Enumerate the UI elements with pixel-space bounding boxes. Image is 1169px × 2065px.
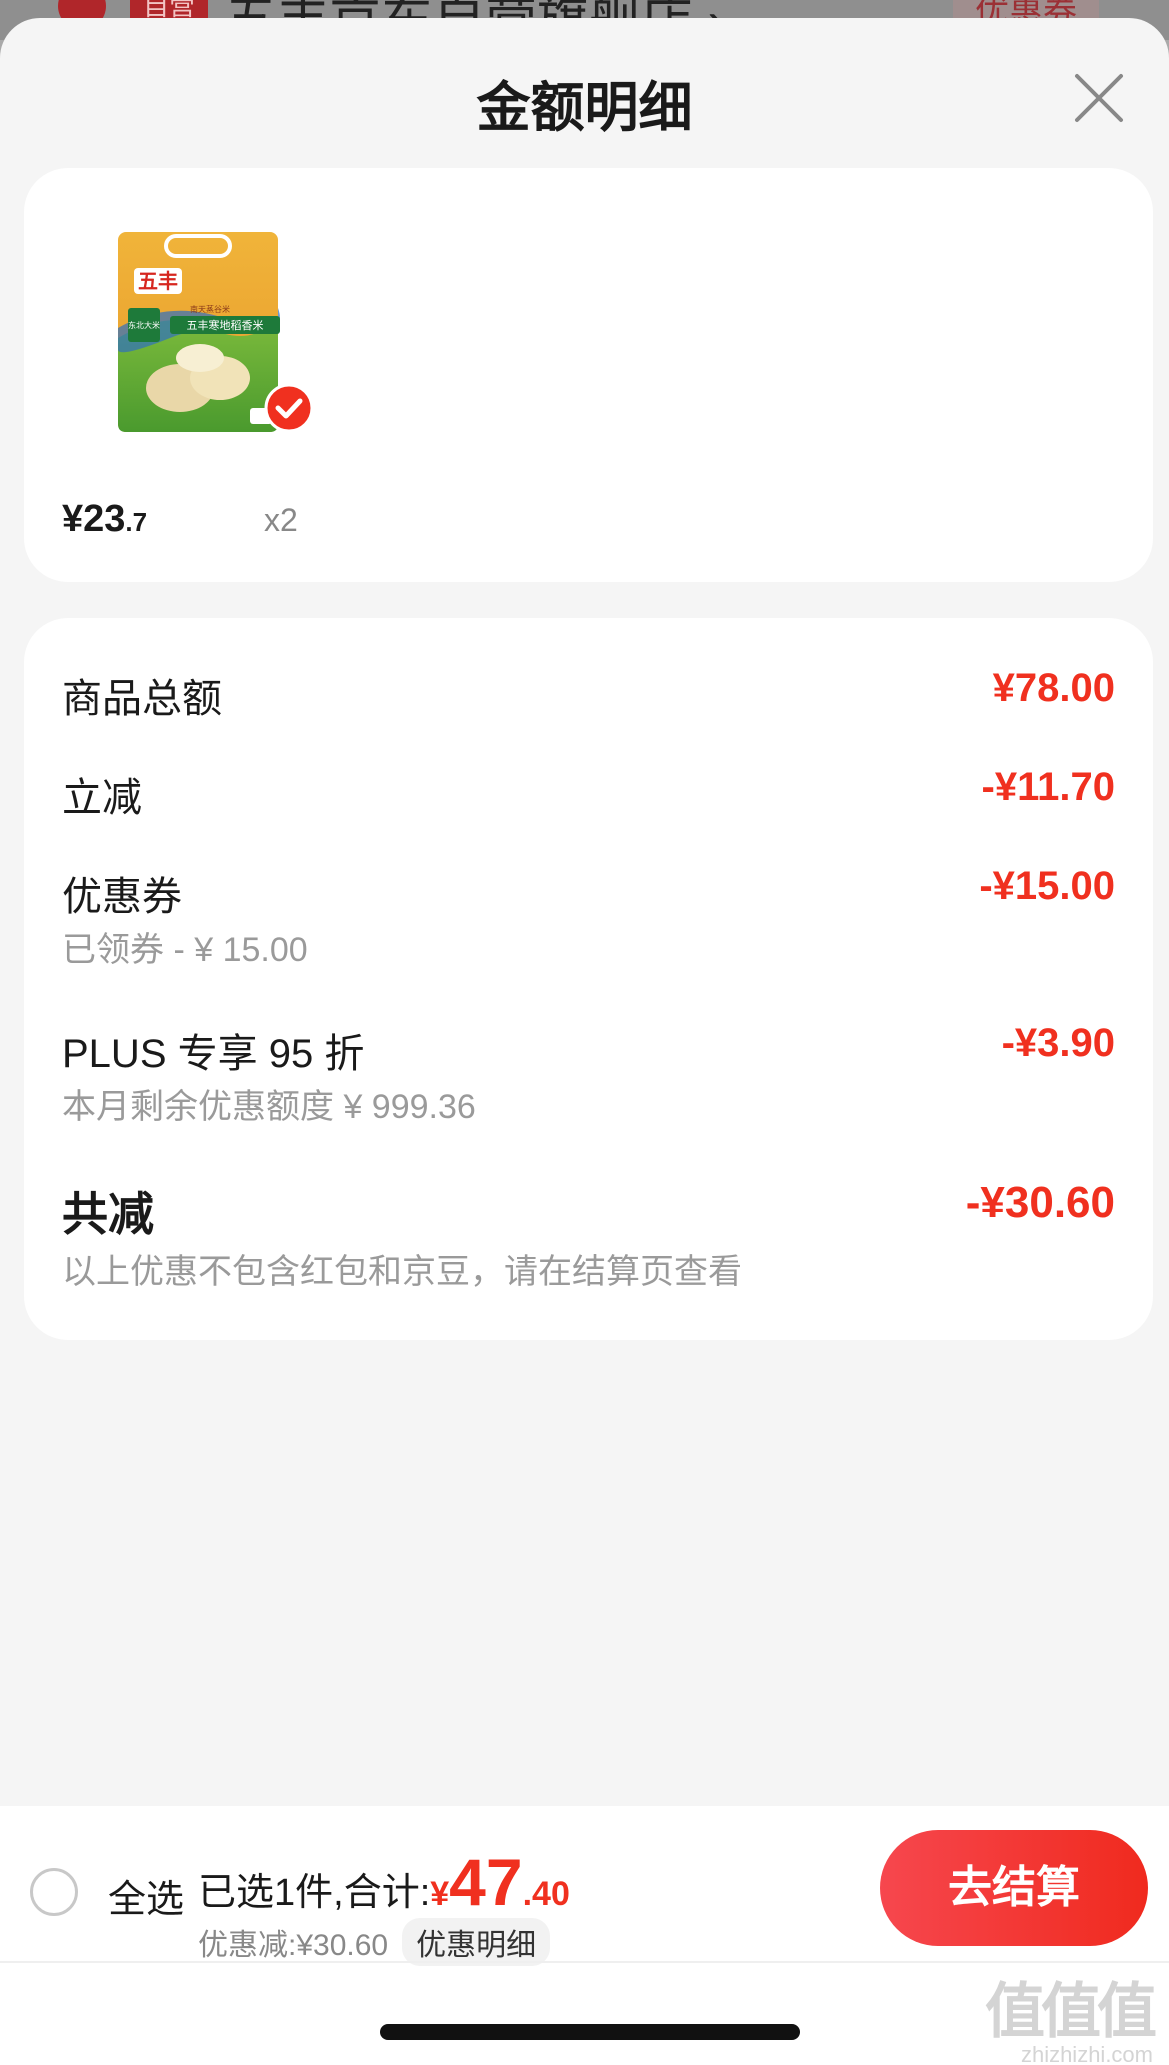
watermark-logo-text: 值值值 <box>985 1978 1157 2045</box>
detail-row-coupon: 优惠券 -¥15.00 已领券 - ¥ 15.00 <box>62 864 1115 974</box>
row-sub: 本月剩余优惠额度 ¥ 999.36 <box>62 1088 476 1126</box>
product-name-text: 五丰寒地稻香米 <box>187 318 264 332</box>
row-value: -¥11.70 <box>981 765 1115 809</box>
product-quantity: x2 <box>264 502 298 538</box>
detail-row-total-discount: 共减 -¥30.60 以上优惠不包含红包和京豆，请在结算页查看 <box>62 1178 1115 1298</box>
detail-row-goods-total: 商品总额 ¥78.00 <box>62 666 1115 726</box>
divider <box>0 1961 1169 1963</box>
close-icon[interactable] <box>1071 70 1127 126</box>
checkout-bar: 全选 已选1件,合计:¥47.40 优惠减:¥30.60 优惠明细 去结算 值值值… <box>0 1806 1169 2065</box>
amount-detail-card: 商品总额 ¥78.00 立减 -¥11.70 优惠券 -¥15.00 已领券 -… <box>24 618 1153 1340</box>
summary-prefix: 已选1件,合计: <box>198 1872 431 1914</box>
total-int: 47 <box>449 1845 523 1919</box>
amount-detail-sheet: 金额明细 五丰 南天蒸谷米 五丰寒地稻香米 东北大米 ¥23.7 x2 商品总额… <box>0 18 1169 2065</box>
product-image[interactable]: 五丰 南天蒸谷米 五丰寒地稻香米 东北大米 <box>110 228 286 436</box>
selected-check-icon[interactable] <box>264 383 314 433</box>
row-value: -¥15.00 <box>979 864 1115 908</box>
total-dec: .40 <box>522 1875 570 1913</box>
row-label: 共减 <box>62 1188 154 1240</box>
discount-detail-link[interactable]: 优惠明细 <box>402 1918 551 1966</box>
select-all-checkbox[interactable] <box>30 1868 78 1916</box>
select-all-label[interactable]: 全选 <box>108 1868 184 1923</box>
selected-summary: 已选1件,合计:¥47.40 <box>198 1844 570 1920</box>
row-sub: 已领券 - ¥ 15.00 <box>62 931 308 969</box>
row-label: PLUS 专享 95 折 <box>62 1032 365 1076</box>
checkout-button[interactable]: 去结算 <box>880 1830 1148 1946</box>
product-tag-text: 东北大米 <box>128 320 160 330</box>
sheet-title: 金额明细 <box>476 78 693 138</box>
row-label: 商品总额 <box>62 677 222 721</box>
total-price: ¥47.40 <box>430 1845 570 1919</box>
home-indicator[interactable] <box>380 2024 800 2040</box>
row-value: ¥78.00 <box>992 666 1115 710</box>
price-int: ¥23 <box>62 498 126 540</box>
detail-row-instant-discount: 立减 -¥11.70 <box>62 765 1115 825</box>
total-yen: ¥ <box>430 1875 450 1913</box>
discount-text: 优惠减:¥30.60 <box>198 1929 389 1962</box>
detail-row-plus: PLUS 专享 95 折 -¥3.90 本月剩余优惠额度 ¥ 999.36 <box>62 1021 1115 1131</box>
row-label: 优惠券 <box>62 875 182 919</box>
product-card: 五丰 南天蒸谷米 五丰寒地稻香米 东北大米 ¥23.7 x2 <box>24 168 1153 582</box>
watermark-url: zhizhizhi.com <box>1020 2042 1153 2065</box>
price-dec: .7 <box>125 507 148 537</box>
discount-summary: 优惠减:¥30.60 优惠明细 <box>198 1918 551 1966</box>
row-label: 立减 <box>62 776 142 820</box>
watermark-logo: 值值值 zhizhizhi.com <box>985 1978 1157 2065</box>
row-value: -¥3.90 <box>1001 1021 1115 1065</box>
product-brand-text: 五丰 <box>138 269 178 293</box>
product-ribbon-text: 南天蒸谷米 <box>190 304 230 314</box>
row-value: -¥30.60 <box>965 1178 1115 1227</box>
product-price: ¥23.7 <box>62 498 147 541</box>
row-sub: 以上优惠不包含红包和京豆，请在结算页查看 <box>62 1253 742 1291</box>
